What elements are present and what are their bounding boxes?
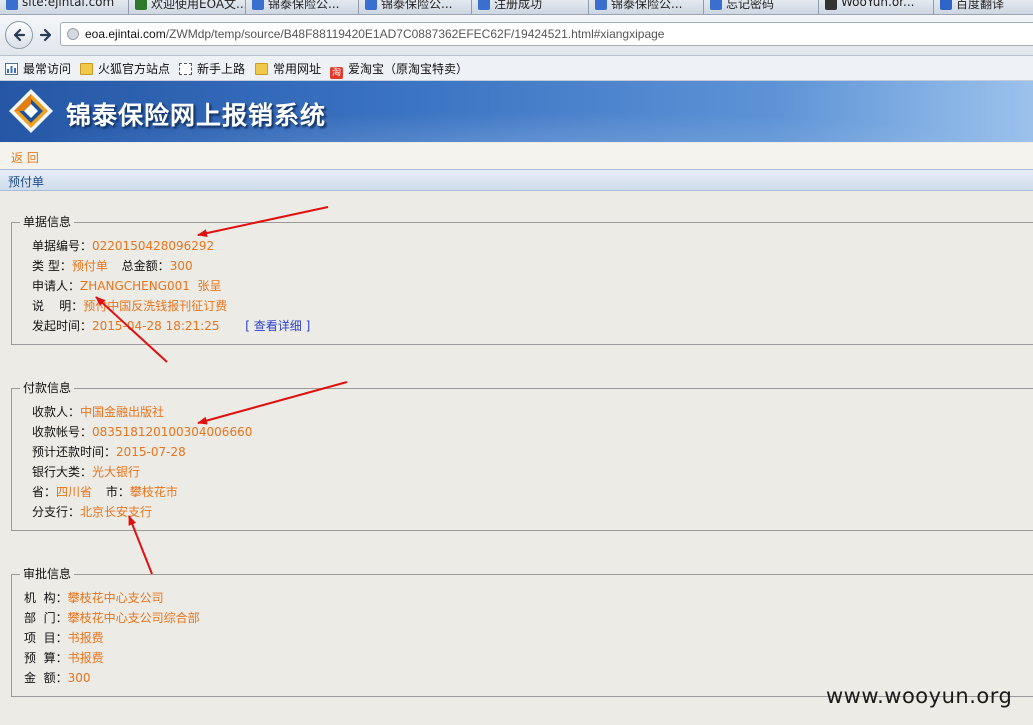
org-row: 机 构：攀枝花中心支公司 — [24, 591, 164, 605]
amount-value: 300 — [67, 671, 91, 685]
app-header: 锦泰保险网上报销系统 — [0, 81, 1033, 142]
budget-row: 预 算：书报费 — [24, 651, 104, 665]
bookmark-firefox-site[interactable]: 火狐官方站点 — [80, 60, 170, 76]
branch-row: 分支行：北京长安支行 — [32, 505, 153, 519]
site-favicon-icon — [252, 0, 264, 10]
browser-tab[interactable]: 欢迎使用EOA文... — [129, 0, 246, 14]
forward-button[interactable] — [36, 25, 56, 45]
payment-info-fieldset: 付款信息 收款人：中国金融出版社 收款帐号：083518120100304006… — [11, 381, 1033, 531]
browser-tab[interactable]: 锦泰保险公... — [246, 0, 359, 14]
bookmark-getting-started[interactable]: 新手上路 — [179, 60, 245, 76]
description-row: 说 明：预付中国反洗钱报刊征订费 — [32, 299, 228, 313]
browser-tab[interactable]: 锦泰保险公... — [359, 0, 472, 14]
branch-value: 北京长安支行 — [80, 505, 153, 519]
city-value: 攀枝花市 — [129, 485, 178, 499]
document-info-legend: 单据信息 — [20, 215, 75, 229]
folder-icon — [255, 63, 268, 75]
payee-value: 中国金融出版社 — [80, 405, 165, 419]
account-value: 083518120100304006660 — [92, 425, 253, 439]
repay-value: 2015-07-28 — [116, 445, 186, 459]
arrow-left-icon — [13, 28, 26, 42]
province-city-row: 省：四川省 市：攀枝花市 — [32, 485, 178, 499]
payment-info-legend: 付款信息 — [20, 381, 75, 395]
page-toolbar: 返 回 — [0, 143, 1033, 169]
site-favicon-icon — [825, 0, 837, 10]
doc-no-row: 单据编号：0220150428096292 — [32, 239, 215, 253]
site-favicon-icon — [478, 0, 490, 10]
site-favicon-icon — [6, 0, 18, 10]
most-visited-icon — [5, 63, 18, 75]
bookmark-common-urls[interactable]: 常用网址 — [255, 60, 321, 76]
taobao-icon: 淘 — [330, 67, 343, 79]
total-value: 300 — [169, 259, 193, 273]
site-favicon-icon — [940, 0, 952, 10]
org-value: 攀枝花中心支公司 — [67, 591, 164, 605]
section-title-bar: 预付单 — [0, 169, 1033, 191]
browser-tab[interactable]: 锦泰保险公... — [589, 0, 704, 14]
bookmark-taobao[interactable]: 淘爱淘宝（原淘宝特卖） — [330, 60, 468, 79]
app-title: 锦泰保险网上报销系统 — [66, 101, 327, 130]
browser-nav-bar: eoa.ejintai.com/ZWMdp/temp/source/B48F88… — [0, 15, 1033, 56]
bookmarks-bar: 最常访问 火狐官方站点 新手上路 常用网址 淘爱淘宝（原淘宝特卖） — [0, 56, 1033, 81]
applicant-row: 申请人：ZHANGCHENG001 张呈 — [32, 279, 222, 293]
company-logo-icon — [9, 89, 53, 133]
doc-no-value: 0220150428096292 — [92, 239, 215, 253]
payee-row: 收款人：中国金融出版社 — [32, 405, 165, 419]
type-value: 预付单 — [71, 259, 108, 273]
bank-value: 光大银行 — [92, 465, 141, 479]
section-title: 预付单 — [8, 175, 45, 189]
browser-tab[interactable]: WooYun.or... — [819, 0, 934, 14]
url-bar[interactable]: eoa.ejintai.com/ZWMdp/temp/source/B48F88… — [60, 22, 1033, 46]
back-button[interactable] — [5, 21, 33, 49]
dept-value: 攀枝花中心支公司综合部 — [67, 611, 200, 625]
bank-row: 银行大类：光大银行 — [32, 465, 141, 479]
site-identity-icon[interactable] — [67, 28, 79, 40]
type-row: 类 型：预付单 总金额：300 — [32, 259, 193, 273]
dept-row: 部 门：攀枝花中心支公司综合部 — [24, 611, 200, 625]
budget-value: 书报费 — [67, 651, 104, 665]
dashed-page-icon — [179, 63, 192, 75]
province-value: 四川省 — [56, 485, 93, 499]
watermark: www.wooyun.org — [826, 684, 1013, 708]
amount-row: 金 额：300 — [24, 671, 91, 685]
approval-info-legend: 审批信息 — [20, 567, 75, 581]
site-favicon-icon — [595, 0, 607, 10]
browser-tab[interactable]: 忘记密码 — [704, 0, 819, 14]
browser-tab[interactable]: site:ejintai.com — [0, 0, 129, 14]
folder-icon — [80, 63, 93, 75]
browser-tab-strip: site:ejintai.com 欢迎使用EOA文... 锦泰保险公... 锦泰… — [0, 0, 1033, 15]
browser-tab[interactable]: 百度翻译 — [934, 0, 1033, 14]
view-detail-link[interactable]: [ 查看详细 ] — [245, 319, 310, 333]
document-info-fieldset: 单据信息 单据编号：0220150428096292 类 型：预付单 总金额：3… — [11, 215, 1033, 345]
account-row: 收款帐号：083518120100304006660 — [32, 425, 253, 439]
site-favicon-icon — [135, 0, 147, 10]
back-link[interactable]: 返 回 — [11, 149, 39, 166]
time-row: 发起时间：2015-04-28 18:21:25 [ 查看详细 ] — [32, 319, 311, 333]
bookmark-most-visited[interactable]: 最常访问 — [5, 60, 71, 76]
arrow-right-icon — [39, 28, 52, 42]
site-favicon-icon — [710, 0, 722, 10]
description-value: 预付中国反洗钱报刊征订费 — [83, 299, 228, 313]
browser-tab[interactable]: 注册成功 — [472, 0, 589, 14]
time-value: 2015-04-28 18:21:25 — [92, 319, 220, 333]
item-row: 项 目：书报费 — [24, 631, 104, 645]
approval-info-fieldset: 审批信息 机 构：攀枝花中心支公司 部 门：攀枝花中心支公司综合部 项 目：书报… — [11, 567, 1033, 697]
url-text: eoa.ejintai.com/ZWMdp/temp/source/B48F88… — [85, 27, 665, 41]
site-favicon-icon — [365, 0, 377, 10]
applicant-value: ZHANGCHENG001 张呈 — [80, 279, 222, 293]
item-value: 书报费 — [67, 631, 104, 645]
repay-row: 预计还款时间：2015-07-28 — [32, 445, 186, 459]
